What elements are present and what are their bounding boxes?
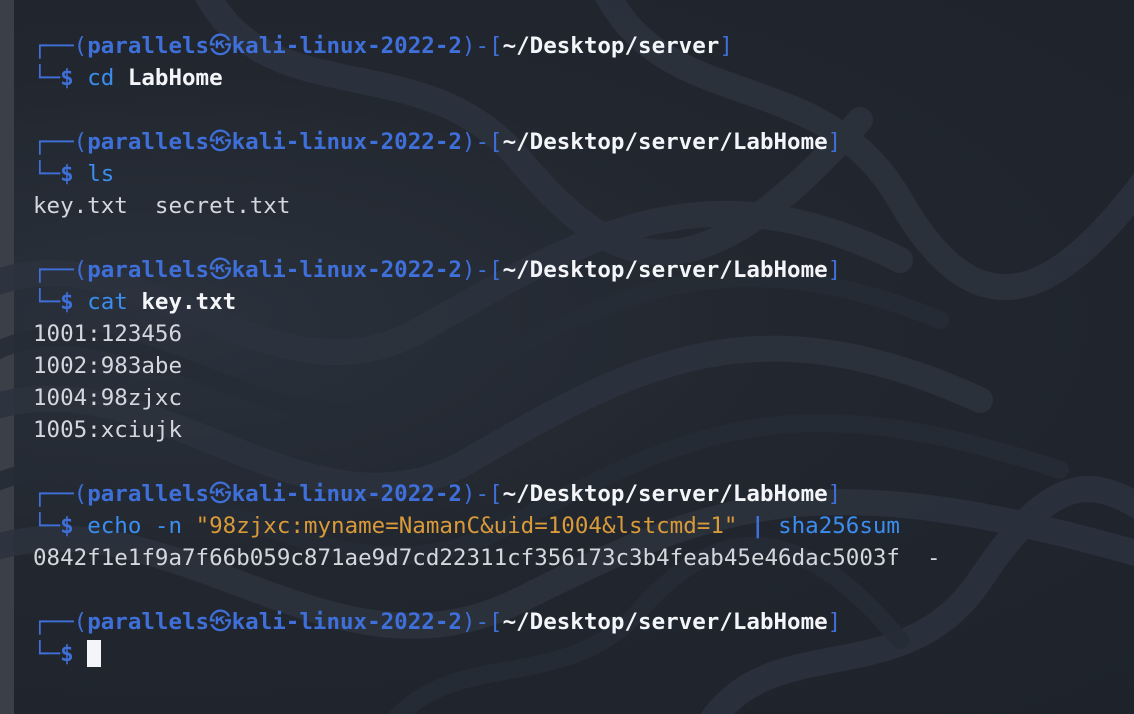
prompt-header: ┌──(parallels㉿kali-linux-2022-2)-[~/Desk… xyxy=(33,609,842,635)
command-line: └─$ echo -n "98zjxc:myname=NamanC&uid=10… xyxy=(33,513,900,539)
active-command-line[interactable]: └─$ xyxy=(33,638,1134,670)
prompt-path: ~/Desktop/server/LabHome xyxy=(502,257,828,283)
command-output: 0842f1e1f9a7f66b059c871ae9d7cd22311cf356… xyxy=(33,545,941,571)
prompt-header: ┌──(parallels㉿kali-linux-2022-2)-[~/Desk… xyxy=(33,33,733,59)
command-output: 1004:98zjxc xyxy=(33,385,183,411)
command-output: 1001:123456 xyxy=(33,321,183,347)
command-line: └─$ ls xyxy=(33,161,115,187)
prompt-path: ~/Desktop/server/LabHome xyxy=(502,609,828,635)
terminal-window[interactable]: ┌──(parallels㉿kali-linux-2022-2)-[~/Desk… xyxy=(0,0,1134,714)
command-output: 1002:983abe xyxy=(33,353,183,379)
window-edge xyxy=(0,0,14,714)
prompt-header: ┌──(parallels㉿kali-linux-2022-2)-[~/Desk… xyxy=(33,129,842,155)
prompt-path: ~/Desktop/server/LabHome xyxy=(502,129,828,155)
prompt-header: ┌──(parallels㉿kali-linux-2022-2)-[~/Desk… xyxy=(33,481,842,507)
terminal-output: ┌──(parallels㉿kali-linux-2022-2)-[~/Desk… xyxy=(33,30,1134,670)
command-output: key.txt secret.txt xyxy=(33,193,291,219)
prompt-path: ~/Desktop/server xyxy=(502,33,720,59)
command-line: └─$ cd LabHome xyxy=(33,65,223,91)
text-cursor[interactable] xyxy=(87,640,102,667)
prompt-header: ┌──(parallels㉿kali-linux-2022-2)-[~/Desk… xyxy=(33,257,842,283)
command-line: └─$ cat key.txt xyxy=(33,289,237,315)
command-output: 1005:xciujk xyxy=(33,417,183,443)
prompt-path: ~/Desktop/server/LabHome xyxy=(502,481,828,507)
